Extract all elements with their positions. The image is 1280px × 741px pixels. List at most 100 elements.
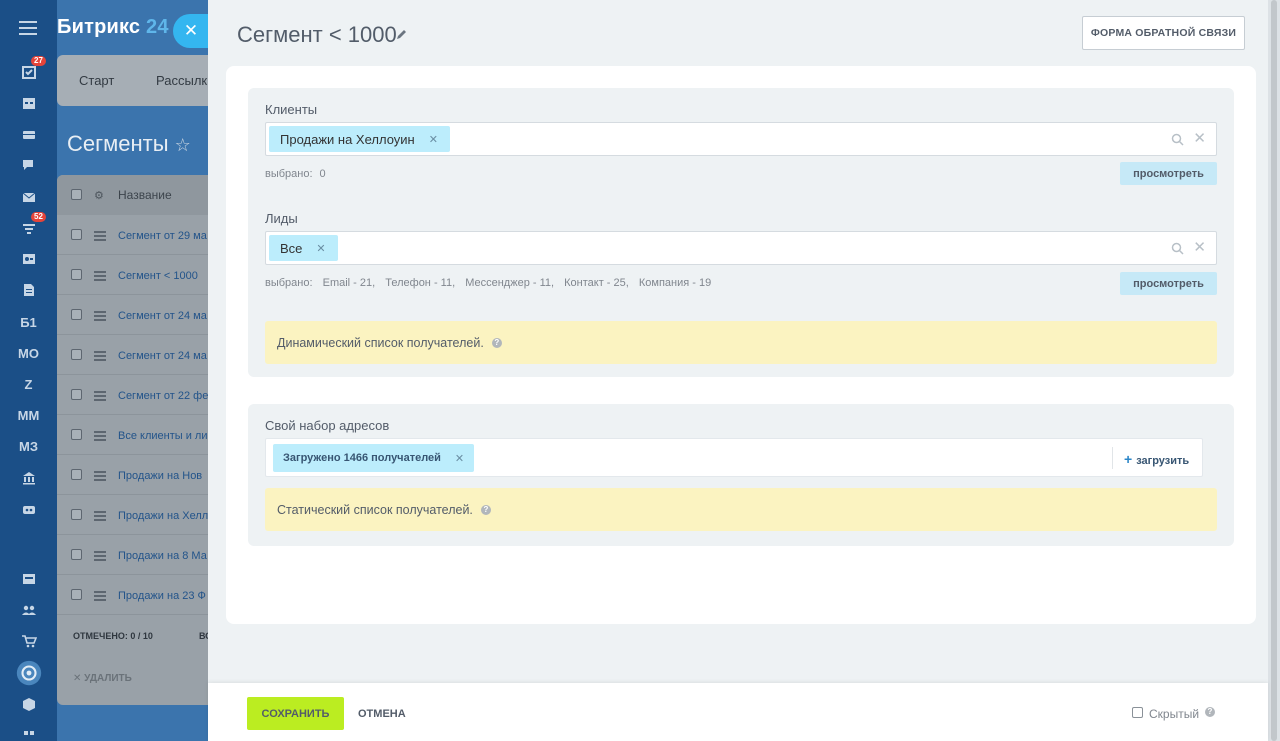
- clients-selector[interactable]: Продажи на Хеллоуин ✕ ✕: [265, 122, 1217, 156]
- gear-icon[interactable]: ⚙: [94, 189, 104, 202]
- segment-link[interactable]: Продажи на 23 Ф: [118, 590, 206, 602]
- scrollbar[interactable]: [1268, 0, 1280, 741]
- drag-handle-icon[interactable]: [94, 231, 106, 241]
- drag-handle-icon[interactable]: [94, 431, 106, 441]
- rail-box[interactable]: [0, 690, 57, 718]
- rail-drive[interactable]: [0, 120, 57, 148]
- rail-robot[interactable]: [0, 495, 57, 523]
- drag-handle-icon[interactable]: [94, 351, 106, 361]
- row-checkbox[interactable]: [71, 429, 82, 440]
- table-row[interactable]: Сегмент от 22 фе: [57, 375, 208, 415]
- clear-icon[interactable]: ✕: [1193, 240, 1206, 255]
- row-checkbox[interactable]: [71, 509, 82, 520]
- remove-tag-icon[interactable]: ✕: [455, 452, 464, 465]
- search-icon[interactable]: [1171, 133, 1184, 146]
- bg-title-text: Сегменты: [67, 131, 169, 156]
- row-checkbox[interactable]: [71, 469, 82, 480]
- rail-marketing[interactable]: [0, 659, 57, 687]
- drag-handle-icon[interactable]: [94, 271, 106, 281]
- table-row[interactable]: Продажи на 8 Ма: [57, 535, 208, 575]
- rail-shop[interactable]: [0, 627, 57, 655]
- rail-calendar[interactable]: [0, 89, 57, 117]
- rail-mail[interactable]: [0, 183, 57, 211]
- drag-handle-icon[interactable]: [94, 551, 106, 561]
- rail-chat[interactable]: [0, 151, 57, 179]
- segment-link[interactable]: Сегмент от 24 ма: [118, 350, 207, 362]
- row-checkbox[interactable]: [71, 309, 82, 320]
- table-row[interactable]: Сегмент от 24 ма: [57, 335, 208, 375]
- drag-handle-icon[interactable]: [94, 591, 106, 601]
- rail-sites[interactable]: [0, 565, 57, 593]
- clear-icon[interactable]: ✕: [1193, 131, 1206, 146]
- upload-button[interactable]: + загрузить: [1124, 451, 1189, 467]
- drag-handle-icon[interactable]: [94, 311, 106, 321]
- remove-tag-icon[interactable]: ✕: [429, 133, 438, 146]
- help-icon[interactable]: ?: [480, 504, 491, 515]
- row-checkbox[interactable]: [71, 229, 82, 240]
- row-checkbox[interactable]: [71, 269, 82, 280]
- row-checkbox[interactable]: [71, 349, 82, 360]
- rail-item-b1[interactable]: Б1: [0, 308, 57, 336]
- rail-employees[interactable]: [0, 596, 57, 624]
- table-row[interactable]: Продажи на Нов: [57, 455, 208, 495]
- pencil-icon[interactable]: [395, 29, 407, 41]
- rail-documents[interactable]: [0, 276, 57, 304]
- segment-link[interactable]: Продажи на Хелл: [118, 510, 208, 522]
- rail-bank[interactable]: [0, 464, 57, 492]
- delete-button[interactable]: ✕ УДАЛИТЬ: [73, 673, 132, 684]
- row-checkbox[interactable]: [71, 389, 82, 400]
- rail-item-mz[interactable]: МЗ: [0, 432, 57, 460]
- logo-number: 24: [146, 16, 169, 38]
- segment-link[interactable]: Сегмент от 24 ма: [118, 310, 207, 322]
- table-row[interactable]: Все клиенты и ли: [57, 415, 208, 455]
- upload-label: загрузить: [1136, 455, 1190, 467]
- select-all-checkbox[interactable]: [71, 189, 82, 200]
- hidden-checkbox[interactable]: [1132, 707, 1143, 718]
- segment-link[interactable]: Все клиенты и ли: [118, 430, 207, 442]
- rail-contacts[interactable]: [0, 245, 57, 273]
- search-icon[interactable]: [1171, 242, 1184, 255]
- rail-item-mm[interactable]: ММ: [0, 401, 57, 429]
- uploaded-recipients-tag[interactable]: Загружено 1466 получателей ✕: [273, 444, 475, 472]
- grid-header: ⚙ Название: [57, 175, 208, 215]
- rail-item-mo[interactable]: МО: [0, 339, 57, 367]
- rail-item-z[interactable]: Z: [0, 370, 57, 398]
- row-checkbox[interactable]: [71, 549, 82, 560]
- menu-icon[interactable]: [19, 21, 37, 35]
- table-row[interactable]: Сегмент от 29 ма: [57, 215, 208, 255]
- help-icon[interactable]: ?: [491, 337, 502, 348]
- menu-item-mailings[interactable]: Рассылк: [156, 73, 207, 88]
- help-icon[interactable]: ?: [1205, 707, 1215, 717]
- leads-tag[interactable]: Все ✕: [269, 235, 338, 261]
- table-row[interactable]: Сегмент < 1000: [57, 255, 208, 295]
- segment-link[interactable]: Сегмент < 1000: [118, 270, 198, 282]
- row-checkbox[interactable]: [71, 589, 82, 600]
- rail-tasks[interactable]: 27: [0, 56, 57, 86]
- drag-handle-icon[interactable]: [94, 471, 106, 481]
- leads-selector[interactable]: Все ✕ ✕: [265, 231, 1217, 265]
- cancel-button[interactable]: ОТМЕНА: [358, 708, 406, 720]
- star-icon[interactable]: ☆: [175, 135, 191, 155]
- clients-view-button[interactable]: просмотреть: [1120, 162, 1217, 185]
- save-button[interactable]: СОХРАНИТЬ: [247, 697, 344, 730]
- segment-link[interactable]: Сегмент от 22 фе: [118, 390, 208, 402]
- rail-feed[interactable]: 52: [0, 212, 57, 242]
- hidden-label[interactable]: Скрытый: [1149, 707, 1199, 721]
- table-row[interactable]: Продажи на 23 Ф: [57, 575, 208, 615]
- feedback-form-button[interactable]: ФОРМА ОБРАТНОЙ СВЯЗИ: [1082, 16, 1245, 50]
- rail-more[interactable]: [0, 722, 57, 741]
- menu-item-start[interactable]: Старт: [79, 73, 114, 88]
- drag-handle-icon[interactable]: [94, 391, 106, 401]
- clients-tag[interactable]: Продажи на Хеллоуин ✕: [269, 126, 450, 152]
- addresses-box[interactable]: Загружено 1466 получателей ✕ + загрузить: [265, 438, 1203, 477]
- leads-view-button[interactable]: просмотреть: [1120, 272, 1217, 295]
- table-row[interactable]: Продажи на Хелл: [57, 495, 208, 535]
- drag-handle-icon[interactable]: [94, 511, 106, 521]
- column-name-header[interactable]: Название: [118, 188, 172, 202]
- close-slider-button[interactable]: ✕: [173, 14, 209, 48]
- remove-tag-icon[interactable]: ✕: [316, 242, 325, 255]
- segment-link[interactable]: Продажи на 8 Ма: [118, 550, 207, 562]
- table-row[interactable]: Сегмент от 24 ма: [57, 295, 208, 335]
- segment-link[interactable]: Продажи на Нов: [118, 470, 202, 482]
- segment-link[interactable]: Сегмент от 29 ма: [118, 230, 207, 242]
